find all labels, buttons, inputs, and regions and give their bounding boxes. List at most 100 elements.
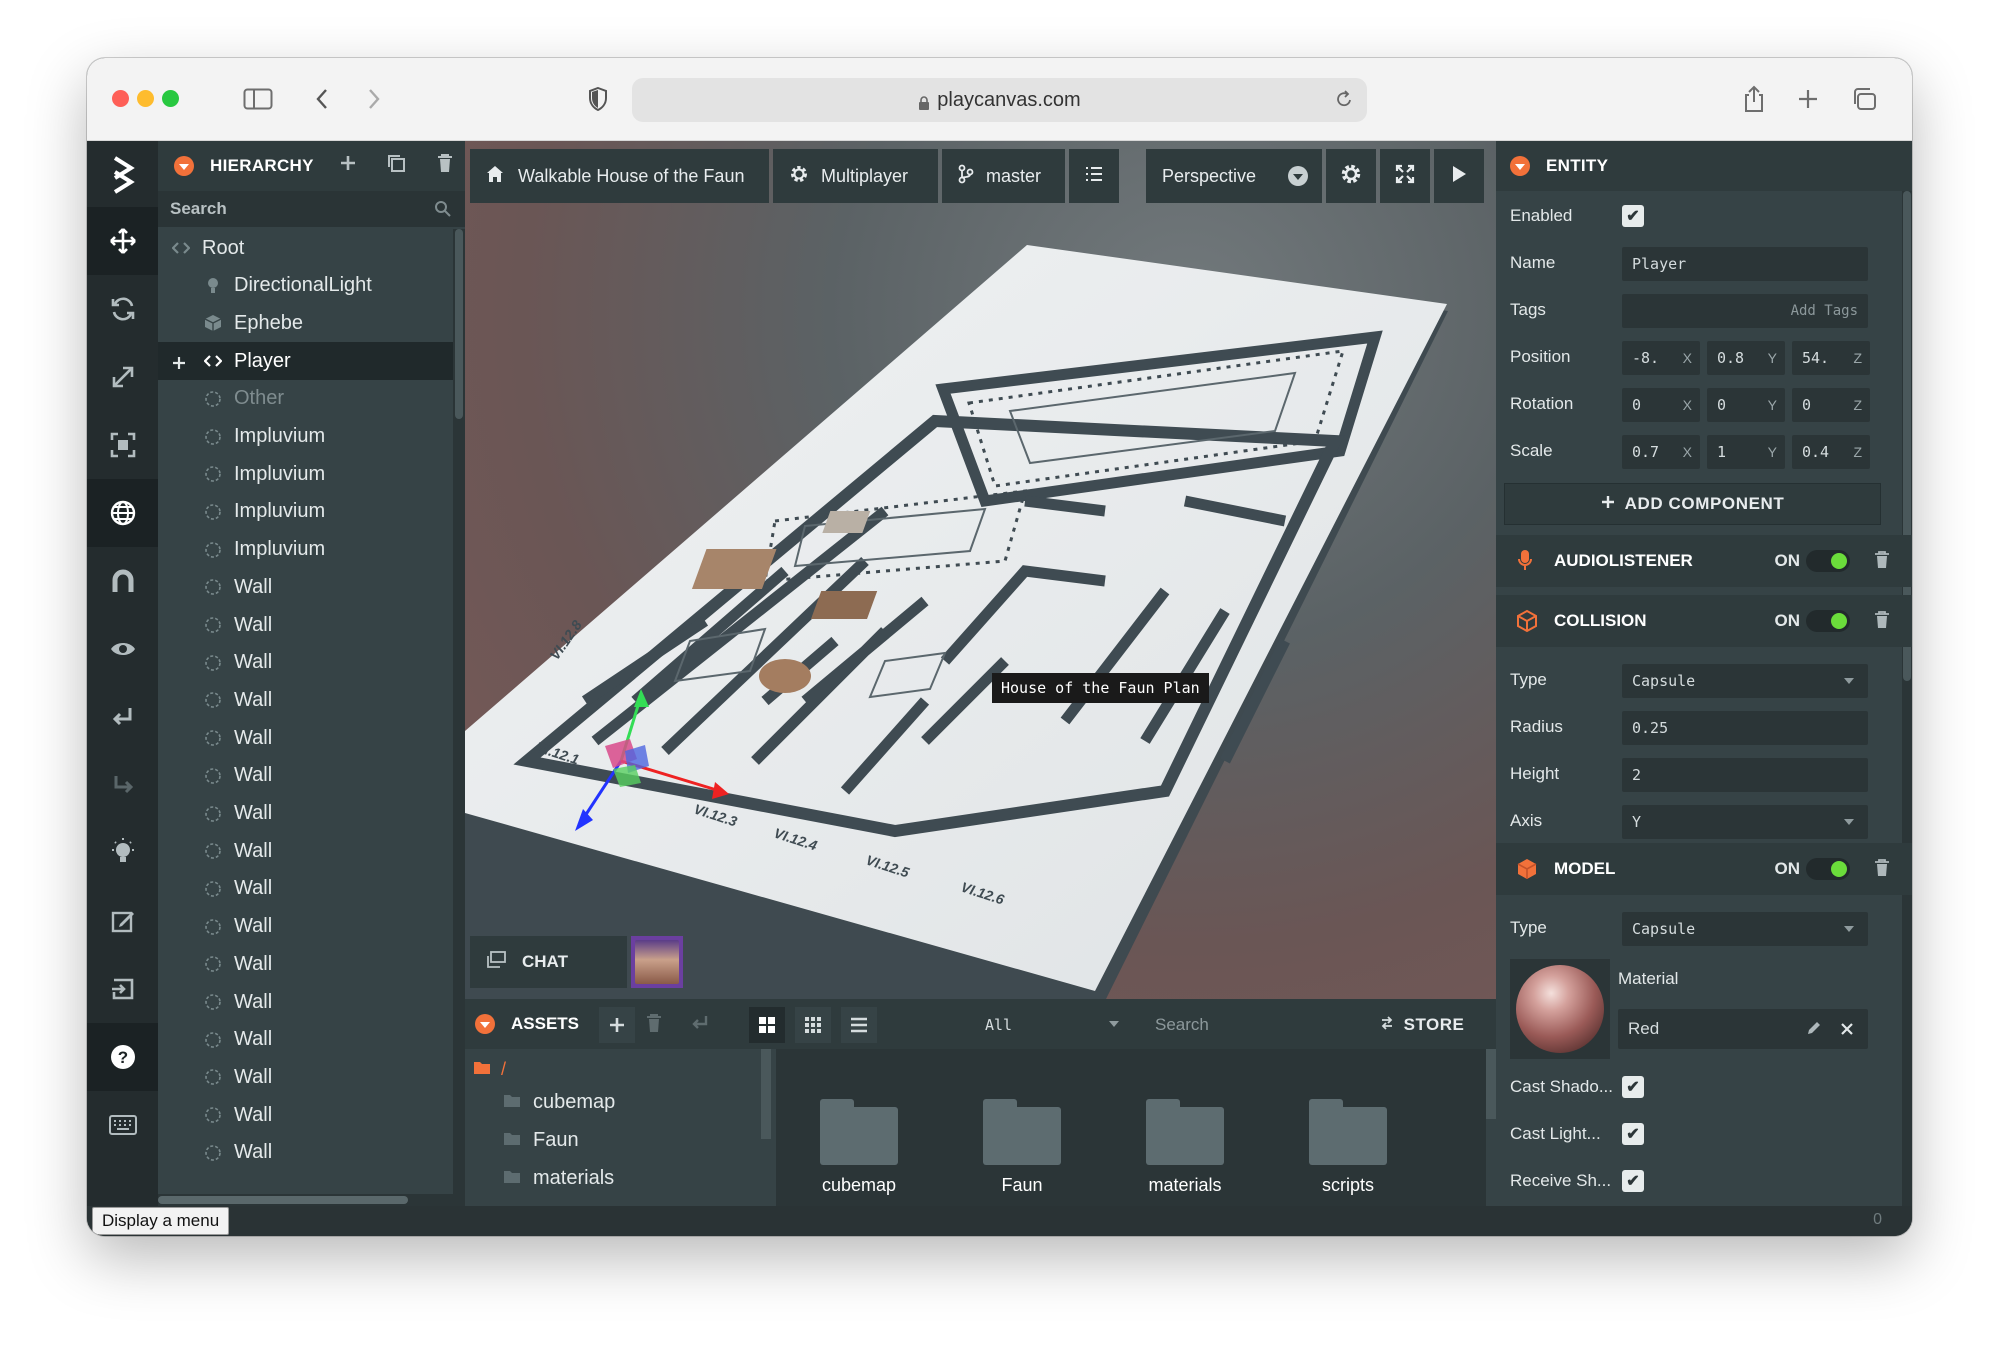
code-editor-icon[interactable] (87, 887, 158, 955)
hierarchy-item[interactable]: Wall (158, 832, 453, 870)
inspector-collapse-icon[interactable] (1510, 156, 1530, 176)
scale-z-input[interactable]: 0.4 Z (1792, 435, 1870, 469)
model-delete-icon[interactable] (1874, 858, 1890, 882)
resize-tool-icon[interactable] (87, 411, 158, 479)
hierarchy-item[interactable]: Impluvium (158, 493, 453, 531)
collision-toggle[interactable] (1806, 610, 1850, 632)
hierarchy-item[interactable]: DirectionalLight (158, 267, 453, 305)
undo-icon[interactable] (87, 683, 158, 751)
tags-input[interactable]: Add Tags (1622, 294, 1868, 328)
hierarchy-item[interactable]: Impluvium (158, 418, 453, 456)
scene-render[interactable]: VI.12.1 VI.12.3 VI.12.4 VI.12.5 VI.12.6 … (465, 141, 1496, 999)
focus-eye-icon[interactable] (87, 615, 158, 683)
asset-tree-folder[interactable]: cubemap (503, 1091, 615, 1114)
minimize-window-button[interactable] (137, 90, 154, 107)
editor-settings-button[interactable] (1326, 149, 1376, 203)
enabled-checkbox[interactable]: ✔ (1622, 205, 1644, 227)
user-avatar[interactable] (631, 936, 683, 988)
hierarchy-item[interactable]: Root (158, 229, 453, 267)
hierarchy-item[interactable]: Wall (158, 945, 453, 983)
redo-icon[interactable] (87, 751, 158, 819)
hierarchy-item[interactable]: Wall (158, 1058, 453, 1096)
material-asset-field[interactable]: Red (1618, 1009, 1868, 1049)
multiplayer-button[interactable]: Multiplayer (773, 149, 938, 203)
asset-root-folder[interactable]: / (473, 1059, 506, 1080)
clear-x-icon[interactable] (1840, 1021, 1854, 1041)
material-preview[interactable] (1510, 959, 1610, 1059)
hierarchy-item[interactable]: Impluvium (158, 455, 453, 493)
audiolistener-delete-icon[interactable] (1874, 550, 1890, 574)
scale-x-input[interactable]: 0.7 X (1622, 435, 1700, 469)
launch-button[interactable] (1434, 149, 1484, 203)
hierarchy-item[interactable]: Wall (158, 1021, 453, 1059)
hierarchy-hscrollbar[interactable] (158, 1194, 453, 1206)
audiolistener-header[interactable]: AUDIOLISTENER ON (1496, 535, 1912, 587)
position-z-input[interactable]: 54. Z (1792, 341, 1870, 375)
playcanvas-logo[interactable] (87, 141, 158, 207)
asset-folder-label[interactable]: cubemap (794, 1175, 924, 1196)
reload-icon[interactable] (1335, 89, 1353, 115)
asset-tree-scrollbar[interactable] (761, 1049, 771, 1139)
receive-shadows-checkbox[interactable]: ✔ (1622, 1170, 1644, 1192)
back-icon[interactable] (307, 82, 337, 116)
hierarchy-item[interactable]: Wall (158, 606, 453, 644)
camera-dropdown[interactable]: Perspective (1146, 149, 1322, 203)
hierarchy-item[interactable]: Wall (158, 1096, 453, 1134)
privacy-shield-icon[interactable] (583, 82, 613, 116)
delete-entity-icon[interactable] (436, 153, 454, 178)
hierarchy-scrollbar[interactable] (453, 229, 465, 1206)
assets-collapse-icon[interactable] (475, 1014, 495, 1034)
position-y-input[interactable]: 0.8 Y (1707, 341, 1785, 375)
hierarchy-item[interactable]: Wall (158, 757, 453, 795)
hierarchy-item[interactable]: Wall (158, 983, 453, 1021)
audiolistener-toggle[interactable] (1806, 550, 1850, 572)
hierarchy-item[interactable]: Wall (158, 908, 453, 946)
hierarchy-item[interactable]: Wall (158, 719, 453, 757)
list-view-icon[interactable] (841, 1007, 877, 1043)
add-asset-icon[interactable] (599, 1007, 635, 1043)
axis-dropdown[interactable]: Y (1622, 805, 1868, 839)
cast-lightmap-checkbox[interactable]: ✔ (1622, 1123, 1644, 1145)
add-entity-icon[interactable] (338, 153, 358, 178)
sidebar-toggle-icon[interactable] (240, 82, 276, 116)
share-icon[interactable] (1739, 82, 1769, 116)
collision-header[interactable]: COLLISION ON (1496, 595, 1912, 647)
forward-icon[interactable] (359, 82, 389, 116)
asset-folder-label[interactable]: scripts (1283, 1175, 1413, 1196)
project-button[interactable]: Walkable House of the Faun (470, 149, 769, 203)
translate-tool-icon[interactable] (87, 207, 158, 275)
new-tab-icon[interactable] (1793, 82, 1823, 116)
asset-folder-label[interactable]: materials (1120, 1175, 1250, 1196)
rotation-z-input[interactable]: 0Z (1792, 388, 1870, 422)
scale-y-input[interactable]: 1Y (1707, 435, 1785, 469)
delete-asset-icon[interactable] (645, 1013, 663, 1038)
asset-folder-icon[interactable] (1146, 1099, 1224, 1165)
hierarchy-item[interactable]: Wall (158, 1134, 453, 1172)
zoom-window-button[interactable] (162, 90, 179, 107)
scene-viewport[interactable]: VI.12.1 VI.12.3 VI.12.4 VI.12.5 VI.12.6 … (465, 141, 1496, 999)
hierarchy-search-input[interactable]: Search (158, 191, 465, 227)
edit-pencil-icon[interactable] (1806, 1020, 1822, 1041)
help-icon[interactable]: ? (87, 1023, 158, 1091)
address-bar[interactable]: playcanvas.com (632, 78, 1367, 122)
rotate-tool-icon[interactable] (87, 275, 158, 343)
hierarchy-item[interactable]: Impluvium (158, 531, 453, 569)
asset-folder-icon[interactable] (983, 1099, 1061, 1165)
hierarchy-item[interactable]: Ephebe (158, 304, 453, 342)
tab-overview-icon[interactable] (1849, 82, 1879, 116)
rotation-y-input[interactable]: 0Y (1707, 388, 1785, 422)
fullscreen-button[interactable] (1380, 149, 1430, 203)
rotation-x-input[interactable]: 0X (1622, 388, 1700, 422)
asset-search-input[interactable]: Search (1143, 1007, 1313, 1043)
hierarchy-item[interactable]: Wall (158, 644, 453, 682)
add-component-button[interactable]: ADD COMPONENT (1504, 483, 1881, 525)
hierarchy-item[interactable]: Player (158, 342, 453, 381)
publish-icon[interactable] (87, 955, 158, 1023)
settings-list-button[interactable] (1069, 149, 1119, 203)
asset-folder-label[interactable]: Faun (957, 1175, 1087, 1196)
asset-folder-icon[interactable] (820, 1099, 898, 1165)
collision-type-dropdown[interactable]: Capsule (1622, 664, 1868, 698)
cast-shadows-checkbox[interactable]: ✔ (1622, 1076, 1644, 1098)
position-x-input[interactable]: -8. X (1622, 341, 1700, 375)
model-type-dropdown[interactable]: Capsule (1622, 912, 1868, 946)
